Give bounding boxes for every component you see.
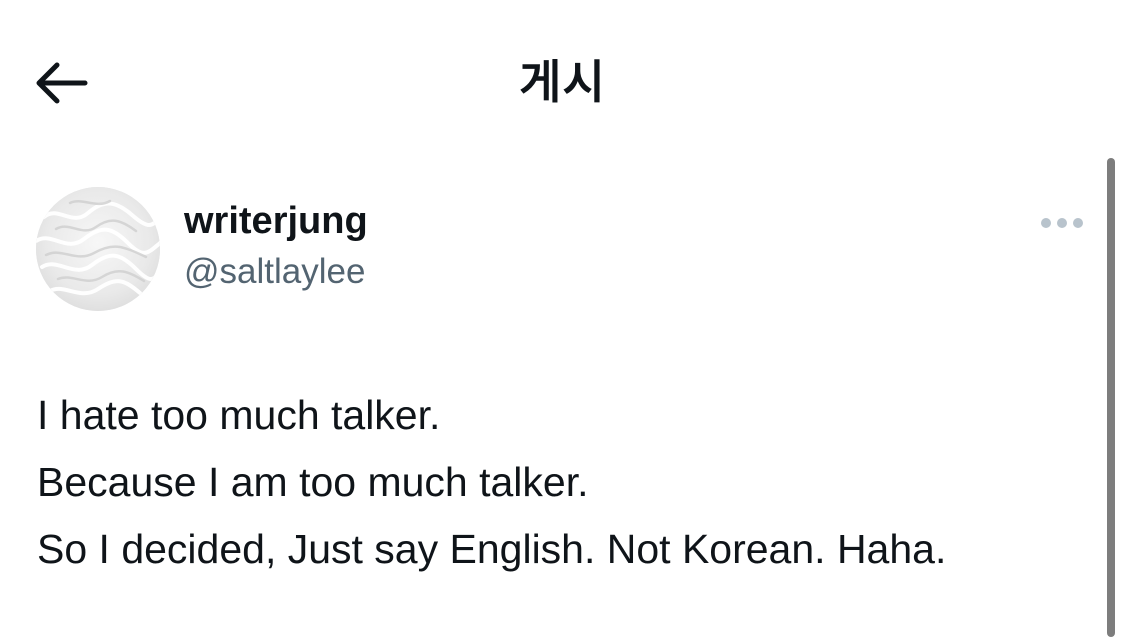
page-title: 게시 (519, 55, 606, 109)
post-detail-screen: 게시 writerjung @saltlaylee I hate too muc… (0, 0, 1125, 637)
more-options-button[interactable] (1034, 204, 1090, 246)
post-text-line: I hate too much talker. (37, 392, 441, 438)
avatar[interactable] (36, 187, 160, 311)
top-app-bar: 게시 (0, 0, 1125, 160)
post-author: writerjung @saltlaylee (184, 198, 368, 294)
post-text: I hate too much talker. Because I am too… (37, 382, 1097, 583)
author-display-name[interactable]: writerjung (184, 198, 368, 244)
scrollbar[interactable] (1107, 158, 1115, 637)
author-handle[interactable]: @saltlaylee (184, 250, 368, 294)
post-text-line: So I decided, Just say English. Not Kore… (37, 526, 947, 572)
more-horizontal-icon (1040, 216, 1084, 234)
post-text-line: Because I am too much talker. (37, 459, 589, 505)
